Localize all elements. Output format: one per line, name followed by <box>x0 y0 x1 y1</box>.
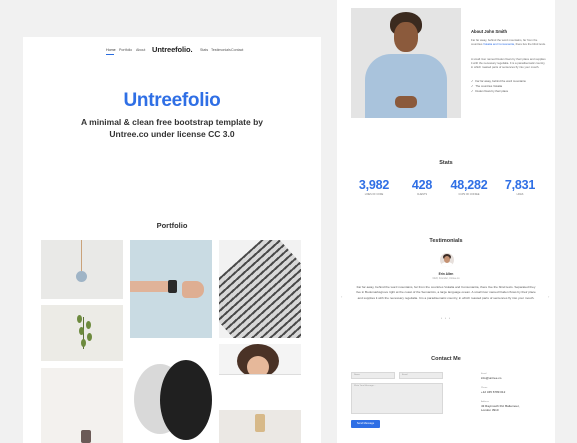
nav-active-underline <box>106 54 114 55</box>
shirt-shape <box>365 54 447 118</box>
contact-address-info: Address 43 Raymouth Rd. Baltemoer, Londo… <box>481 401 521 412</box>
nav-link-testimonials[interactable]: Testimonials <box>211 48 231 52</box>
email-input[interactable]: Email <box>399 372 443 379</box>
email-placeholder: Email <box>402 374 408 376</box>
left-page: Home Portfolio About Untreefolio. Stats … <box>23 37 321 443</box>
portfolio-item-building[interactable] <box>219 240 301 338</box>
hero-subtitle: A minimal & clean free bootstrap templat… <box>80 117 263 139</box>
contact-phone-value[interactable]: +12 345 6789 012 <box>481 390 505 394</box>
portfolio-item-lamp[interactable] <box>41 240 123 299</box>
stat-value: 3,982 <box>358 178 390 192</box>
name-placeholder: Name <box>354 374 360 376</box>
message-textarea[interactable]: Write Your Message... <box>351 383 443 414</box>
send-message-button[interactable]: Send Message <box>351 420 380 428</box>
stat-label: LIKES <box>516 193 524 196</box>
plant-leaf <box>86 321 91 329</box>
check-icon: ✓ <box>471 79 474 83</box>
bottle-shape <box>81 430 91 443</box>
stat-label: CUPS OF COFFEE <box>458 193 480 196</box>
avatar <box>440 253 454 267</box>
stat-label: LINES OF CODE <box>364 193 384 196</box>
about-paragraph-2: A small river named Duden flows by their… <box>471 57 546 69</box>
watch-shape <box>168 280 177 293</box>
hero-title: Untreefolio <box>123 90 221 111</box>
contact-address-value: 43 Raymouth Rd. Baltemoer, London 3910 <box>481 404 520 412</box>
lamp-shade <box>76 271 87 282</box>
contact-email-info: Email info@untree.co <box>481 373 501 380</box>
testimonial-name: Erin Allen <box>438 272 454 276</box>
about-link[interactable]: Vokalia and Consonantia <box>483 42 514 46</box>
dark-stone <box>160 360 212 440</box>
testimonial-role: CEO, Founder, Untree.co <box>432 277 460 280</box>
hands-shape <box>395 96 417 108</box>
plant-leaf <box>87 333 92 341</box>
nav-link-stats[interactable]: Stats <box>200 48 208 52</box>
nav-link-about[interactable]: About <box>136 48 145 52</box>
message-placeholder: Write Your Message... <box>354 385 376 387</box>
arm-shape <box>130 281 172 292</box>
check-icon: ✓ <box>471 89 474 93</box>
stat-lines-of-code: 3,982 LINES OF CODE <box>349 178 399 196</box>
next-arrow-icon[interactable]: › <box>548 294 549 299</box>
hand-shape <box>182 281 204 298</box>
lamp-cord <box>81 240 82 273</box>
check-item-label: Duden flows by their place <box>475 89 509 93</box>
right-page: About John Smith Far far away, behind th… <box>337 0 555 443</box>
about-checklist: ✓ Far far away, behind the word mountains… <box>471 79 547 94</box>
check-icon: ✓ <box>471 84 474 88</box>
name-input[interactable]: Name <box>351 372 395 379</box>
stats-heading: Stats <box>439 160 453 166</box>
portfolio-item-stones[interactable] <box>130 344 212 443</box>
portfolio-item-plant[interactable] <box>41 305 123 361</box>
nav-link-contact[interactable]: Contact <box>231 48 243 52</box>
contact-email-value[interactable]: info@untree.co <box>481 376 501 380</box>
portfolio-item-candle[interactable] <box>219 410 301 443</box>
stat-value: 7,831 <box>504 178 536 192</box>
top-nav: Home Portfolio About Untreefolio. Stats … <box>23 44 321 58</box>
candle-shape <box>255 414 265 432</box>
about-heading: About John Smith <box>471 29 508 34</box>
portfolio-item-woman[interactable] <box>219 344 301 404</box>
check-item-label: Far far away, behind the word mountains <box>475 79 526 83</box>
face-shape <box>394 22 418 52</box>
prev-arrow-icon[interactable]: ‹ <box>341 294 342 299</box>
about-text: , there live the blind texts. <box>514 42 546 46</box>
stat-cups-of-coffee: 48,282 CUPS OF COFFEE <box>444 178 494 196</box>
portfolio-heading: Portfolio <box>156 221 188 230</box>
nav-link-home[interactable]: Home <box>106 48 116 52</box>
sheet-shape <box>219 374 301 404</box>
stat-likes: 7,831 LIKES <box>495 178 545 196</box>
stat-value: 48,282 <box>450 178 488 192</box>
testimonials-heading: Testimonials <box>429 238 463 244</box>
portfolio-item-bottle[interactable] <box>41 368 123 443</box>
plant-leaf <box>79 327 84 335</box>
check-item: ✓ Duden flows by their place <box>471 89 547 94</box>
nav-link-portfolio[interactable]: Portfolio <box>119 48 132 52</box>
avatar-face <box>444 256 450 263</box>
brand-logo[interactable]: Untreefolio. <box>152 45 193 54</box>
contact-heading: Contact Me <box>431 356 461 362</box>
stat-value: 428 <box>411 178 433 192</box>
testimonial-quote: Far far away, behind the word mountains,… <box>356 285 536 300</box>
profile-photo <box>351 8 461 118</box>
check-item-label: The countries Vokalia <box>475 84 503 88</box>
plant-leaf <box>81 339 86 347</box>
building-facade <box>219 240 301 338</box>
carousel-dots[interactable]: • • • <box>337 316 555 320</box>
portfolio-item-watch[interactable] <box>130 240 212 338</box>
contact-phone-info: Phone +12 345 6789 012 <box>481 387 505 394</box>
stat-clients: 428 CLIENTS <box>397 178 447 196</box>
about-paragraph-1: Far far away, behind the word mountains,… <box>471 38 547 46</box>
stat-label: CLIENTS <box>416 193 428 196</box>
plant-leaf <box>77 315 82 323</box>
